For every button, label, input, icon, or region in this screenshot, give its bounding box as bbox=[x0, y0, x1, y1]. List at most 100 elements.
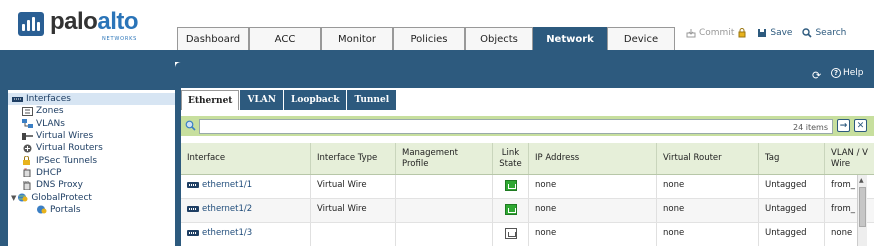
nav-item-interfaces[interactable]: Interfaces bbox=[8, 93, 175, 106]
link-up-icon bbox=[504, 204, 517, 215]
nav-tree: Interfaces Zones VLANs Virtual Wires Vir… bbox=[8, 90, 175, 246]
help-label: Help bbox=[843, 68, 864, 78]
ip-address-cell: none bbox=[529, 199, 657, 222]
tab-device[interactable]: Device bbox=[607, 27, 675, 50]
commit-icon bbox=[686, 28, 696, 38]
vlans-icon bbox=[22, 119, 33, 129]
table-row[interactable]: ethernet1/1 Virtual Wire none none Untag… bbox=[181, 175, 874, 199]
tab-dashboard[interactable]: Dashboard bbox=[177, 27, 249, 50]
nav-label: Virtual Routers bbox=[36, 143, 103, 154]
subtab-vlan[interactable]: VLAN bbox=[240, 90, 283, 110]
virtual-router-cell: none bbox=[657, 199, 759, 222]
subtab-loopback[interactable]: Loopback bbox=[284, 90, 347, 110]
main-panel: ⟳ ? Help Ethernet VLAN Loopback Tunnel 2… bbox=[175, 62, 874, 246]
table-scrollbar[interactable]: ▲ bbox=[857, 175, 867, 246]
search-link[interactable]: Search bbox=[802, 28, 846, 38]
nav-item-portals[interactable]: Portals bbox=[8, 204, 175, 216]
management-profile-cell bbox=[396, 223, 493, 246]
nav-label: IPSec Tunnels bbox=[36, 155, 98, 166]
tab-monitor[interactable]: Monitor bbox=[321, 27, 393, 50]
clear-filter-button[interactable]: ✕ bbox=[854, 119, 867, 132]
link-state-cell bbox=[493, 223, 529, 246]
nav-label: Virtual Wires bbox=[36, 131, 94, 142]
virtual-wires-icon bbox=[22, 132, 33, 141]
nav-item-ipsec-tunnels[interactable]: IPSec Tunnels bbox=[8, 154, 175, 166]
tag-cell: Untagged bbox=[759, 175, 825, 198]
tab-policies[interactable]: Policies bbox=[393, 27, 465, 50]
column-interface-type[interactable]: Interface Type bbox=[311, 143, 396, 174]
nav-label: GlobalProtect bbox=[31, 192, 92, 203]
paloalto-logo[interactable]: paloalto NETWORKS bbox=[18, 8, 168, 44]
ip-address-cell: none bbox=[529, 175, 657, 198]
interface-link[interactable]: ethernet1/1 bbox=[187, 180, 252, 190]
ethernet-port-icon bbox=[187, 206, 199, 212]
virtual-router-cell: none bbox=[657, 175, 759, 198]
commit-link[interactable]: Commit bbox=[686, 28, 747, 38]
expand-triangle-icon[interactable]: ▼ bbox=[11, 194, 16, 202]
scroll-up-icon[interactable]: ▲ bbox=[859, 177, 864, 184]
search-icon bbox=[802, 28, 813, 38]
tag-cell: Untagged bbox=[759, 199, 825, 222]
dns-proxy-icon: DNS bbox=[22, 180, 33, 191]
content-area: Ethernet VLAN Loopback Tunnel 24 items →… bbox=[181, 88, 874, 246]
column-vlan-virtual-wire[interactable]: VLAN / V Wire bbox=[825, 143, 874, 174]
interface-link[interactable]: ethernet1/2 bbox=[187, 204, 252, 214]
filter-input[interactable]: 24 items bbox=[199, 119, 833, 134]
tab-objects[interactable]: Objects bbox=[465, 27, 533, 50]
interface-type-cell bbox=[311, 223, 396, 246]
virtual-routers-icon bbox=[22, 144, 33, 153]
nav-item-zones[interactable]: Zones bbox=[8, 105, 175, 117]
column-interface[interactable]: Interface bbox=[181, 143, 311, 174]
nav-label: Zones bbox=[36, 106, 64, 117]
globalprotect-icon bbox=[17, 193, 28, 202]
help-icon: ? bbox=[831, 68, 841, 78]
tag-cell: Untagged bbox=[759, 223, 825, 246]
management-profile-cell bbox=[396, 199, 493, 222]
column-management-profile[interactable]: Management Profile bbox=[396, 143, 493, 174]
logo-subtitle: NETWORKS bbox=[102, 36, 138, 42]
nav-item-vlans[interactable]: VLANs bbox=[8, 118, 175, 130]
column-virtual-router[interactable]: Virtual Router bbox=[657, 143, 759, 174]
interface-name: ethernet1/2 bbox=[202, 204, 253, 214]
apply-filter-button[interactable]: → bbox=[837, 119, 850, 132]
app-header: paloalto NETWORKS Dashboard ACC Monitor … bbox=[0, 0, 874, 51]
nav-item-virtual-wires[interactable]: Virtual Wires bbox=[8, 130, 175, 142]
ipsec-tunnels-icon bbox=[22, 155, 33, 166]
save-link[interactable]: Save bbox=[757, 28, 792, 38]
interface-link[interactable]: ethernet1/3 bbox=[187, 228, 252, 238]
nav-item-virtual-routers[interactable]: Virtual Routers bbox=[8, 142, 175, 154]
tab-acc[interactable]: ACC bbox=[249, 27, 321, 50]
nav-item-globalprotect[interactable]: ▼ GlobalProtect bbox=[8, 191, 175, 203]
virtual-router-cell: none bbox=[657, 223, 759, 246]
scroll-thumb[interactable] bbox=[859, 187, 866, 227]
ethernet-port-icon bbox=[187, 182, 199, 188]
subtab-ethernet[interactable]: Ethernet bbox=[181, 90, 240, 110]
table-row[interactable]: ethernet1/3 none none Untagged none bbox=[181, 223, 874, 246]
help-link[interactable]: ? Help bbox=[831, 68, 864, 78]
interface-subtabs: Ethernet VLAN Loopback Tunnel bbox=[181, 90, 397, 110]
tab-network[interactable]: Network bbox=[533, 27, 607, 51]
logo-mark-icon bbox=[18, 12, 44, 36]
interface-type-cell: Virtual Wire bbox=[311, 175, 396, 198]
svg-text:DNS: DNS bbox=[23, 181, 30, 184]
portals-icon bbox=[36, 205, 47, 214]
nav-item-dns-proxy[interactable]: DNS DNS Proxy bbox=[8, 179, 175, 191]
subtab-tunnel[interactable]: Tunnel bbox=[347, 90, 397, 110]
table-row[interactable]: ethernet1/2 Virtual Wire none none Untag… bbox=[181, 199, 874, 223]
column-link-state[interactable]: Link State bbox=[493, 143, 529, 174]
table-body: ethernet1/1 Virtual Wire none none Untag… bbox=[181, 175, 874, 246]
link-up-icon bbox=[504, 180, 517, 191]
column-tag[interactable]: Tag bbox=[759, 143, 825, 174]
filter-bar: 24 items → ✕ bbox=[181, 116, 874, 136]
nav-label: Interfaces bbox=[26, 94, 71, 105]
dhcp-icon: IP bbox=[22, 167, 33, 178]
link-state-cell bbox=[493, 175, 529, 198]
nav-item-dhcp[interactable]: IP DHCP bbox=[8, 167, 175, 179]
nav-label: VLANs bbox=[36, 118, 65, 129]
search-label: Search bbox=[815, 28, 847, 38]
column-ip-address[interactable]: IP Address bbox=[529, 143, 657, 174]
lock-icon[interactable] bbox=[737, 28, 747, 38]
left-panel: Interfaces Zones VLANs Virtual Wires Vir… bbox=[0, 62, 175, 246]
refresh-icon[interactable]: ⟳ bbox=[812, 69, 821, 82]
ip-address-cell: none bbox=[529, 223, 657, 246]
